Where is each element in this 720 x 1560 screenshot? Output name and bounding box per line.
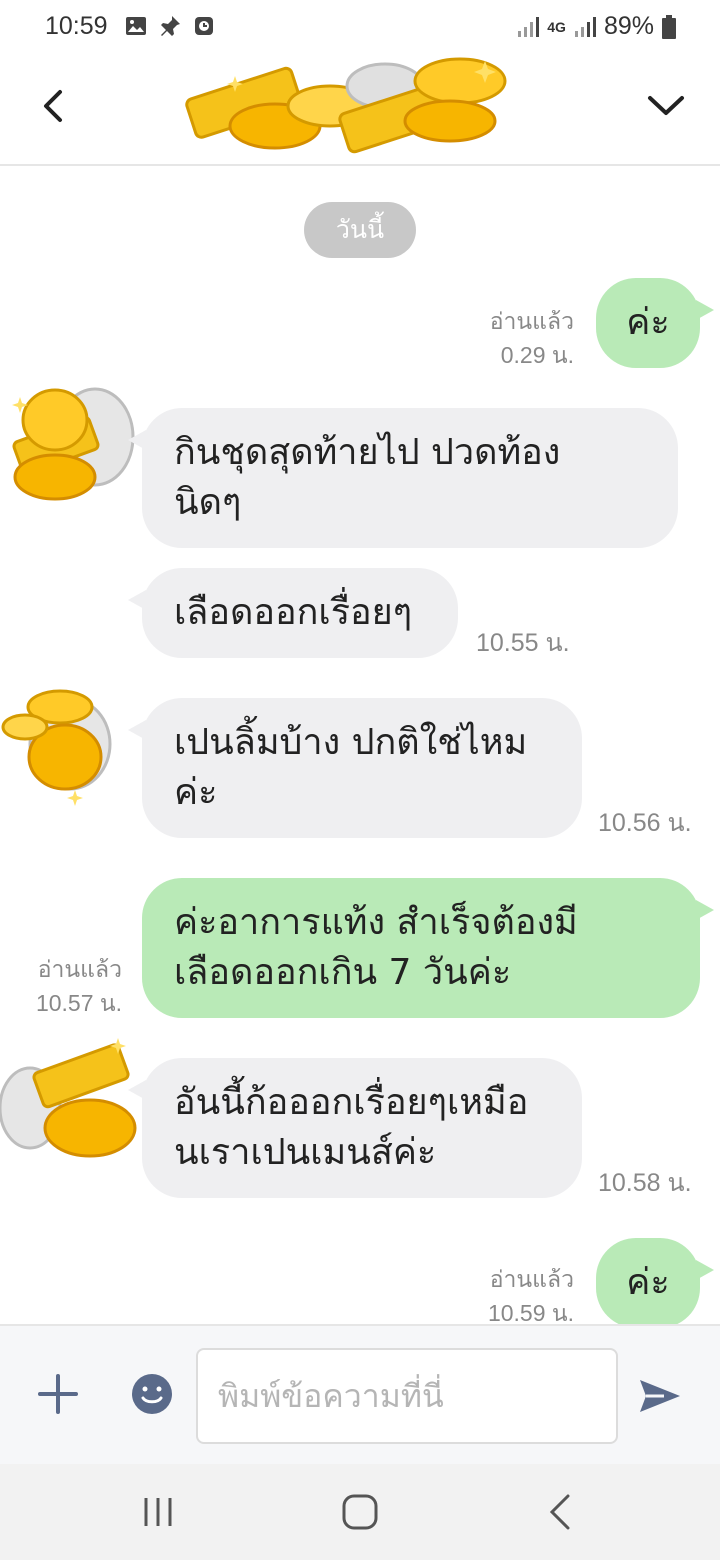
read-status: อ่านแล้ว 10.59 น. <box>440 1262 574 1324</box>
chevron-down-icon[interactable] <box>642 82 690 130</box>
message-text-line: อันนี้ก้อออกเรื่อยๆเหมือ <box>174 1082 529 1123</box>
message-time: 10.59 น. <box>487 1300 574 1324</box>
read-status: อ่านแล้ว 0.29 น. <box>440 304 574 372</box>
plus-icon[interactable] <box>36 1372 80 1416</box>
read-label: อ่านแล้ว <box>489 308 574 334</box>
chat-area[interactable]: วันนี้ อ่านแล้ว 0.29 น. ค่ะ กินชุดสุดท้า… <box>0 166 720 1324</box>
gallery-icon <box>126 17 146 35</box>
clock-app-icon <box>195 17 213 35</box>
chevron-left-icon[interactable] <box>30 82 78 130</box>
message-bubble-incoming[interactable]: กินชุดสุดท้ายไป ปวดท้อง นิดๆ <box>128 408 678 548</box>
sender-avatar[interactable] <box>0 382 140 512</box>
message-text-line: ค่ะ <box>174 772 218 813</box>
message-time: 0.29 น. <box>500 342 574 368</box>
status-right: 4G 89% <box>517 12 676 41</box>
message-bubble-outgoing[interactable]: ค่ะ <box>596 1238 714 1324</box>
message-bubble-incoming[interactable]: เลือดออกเรื่อยๆ <box>128 568 458 658</box>
message-text-line: เปนลิ้มบ้าง ปกติใช่ไหม <box>174 722 528 763</box>
avatar[interactable] <box>26 166 106 180</box>
read-label: อ่านแล้ว <box>489 1266 574 1292</box>
system-nav-bar <box>0 1464 720 1560</box>
home-icon[interactable] <box>336 1488 384 1536</box>
back-icon[interactable] <box>538 1488 586 1536</box>
signal-2-icon <box>574 16 596 37</box>
message-text: ค่ะ <box>626 302 670 343</box>
battery-percent: 89% <box>603 12 654 40</box>
battery-icon <box>662 14 676 39</box>
message-text-line: กินชุดสุดท้ายไป ปวดท้อง <box>174 432 561 473</box>
recent-apps-icon[interactable] <box>134 1488 182 1536</box>
message-text-line: นเราเปนเมนส์ค่ะ <box>174 1132 437 1173</box>
pin-icon <box>161 16 180 36</box>
message-bubble-incoming[interactable]: อันนี้ก้อออกเรื่อยๆเหมือ นเราเปนเมนส์ค่ะ <box>128 1058 582 1198</box>
network-type: 4G <box>547 18 566 35</box>
message-time: 10.57 น. <box>35 990 122 1016</box>
status-time: 10:59 <box>45 12 108 40</box>
message-input[interactable] <box>196 1348 618 1444</box>
date-separator: วันนี้ <box>304 202 416 258</box>
signal-icon <box>518 16 540 37</box>
message-bubble-outgoing[interactable]: ค่ะ <box>596 278 714 368</box>
message-time: 10.55 น. <box>476 629 570 657</box>
message-time: 10.56 น. <box>598 809 692 837</box>
message-bubble-outgoing[interactable]: ค่ะอาการแท้ง สำเร็จต้องมี เลือดออกเกิน 7… <box>142 878 714 1018</box>
message-text: เลือดออกเรื่อยๆ <box>174 592 413 633</box>
message-bubble-incoming[interactable]: เปนลิ้มบ้าง ปกติใช่ไหม ค่ะ <box>128 698 582 838</box>
send-icon[interactable] <box>636 1372 684 1420</box>
message-text-line: นิดๆ <box>174 482 242 523</box>
message-text-line: ค่ะอาการแท้ง สำเร็จต้องมี <box>174 902 578 943</box>
message-text: ค่ะ <box>626 1262 670 1303</box>
smiley-icon[interactable] <box>130 1372 174 1416</box>
sender-avatar[interactable] <box>0 1028 140 1158</box>
gold-coins-profile-art <box>185 57 507 154</box>
message-text-line: เลือดออกเกิน 7 วันค่ะ <box>174 952 512 993</box>
read-label: อ่านแล้ว <box>37 956 122 982</box>
message-input-bar <box>0 1324 720 1466</box>
chat-header <box>0 56 720 166</box>
notification-icons <box>124 14 216 38</box>
sender-avatar[interactable] <box>0 682 140 812</box>
message-time: 10.58 น. <box>598 1169 692 1197</box>
read-status: อ่านแล้ว 10.57 น. <box>0 952 122 1020</box>
